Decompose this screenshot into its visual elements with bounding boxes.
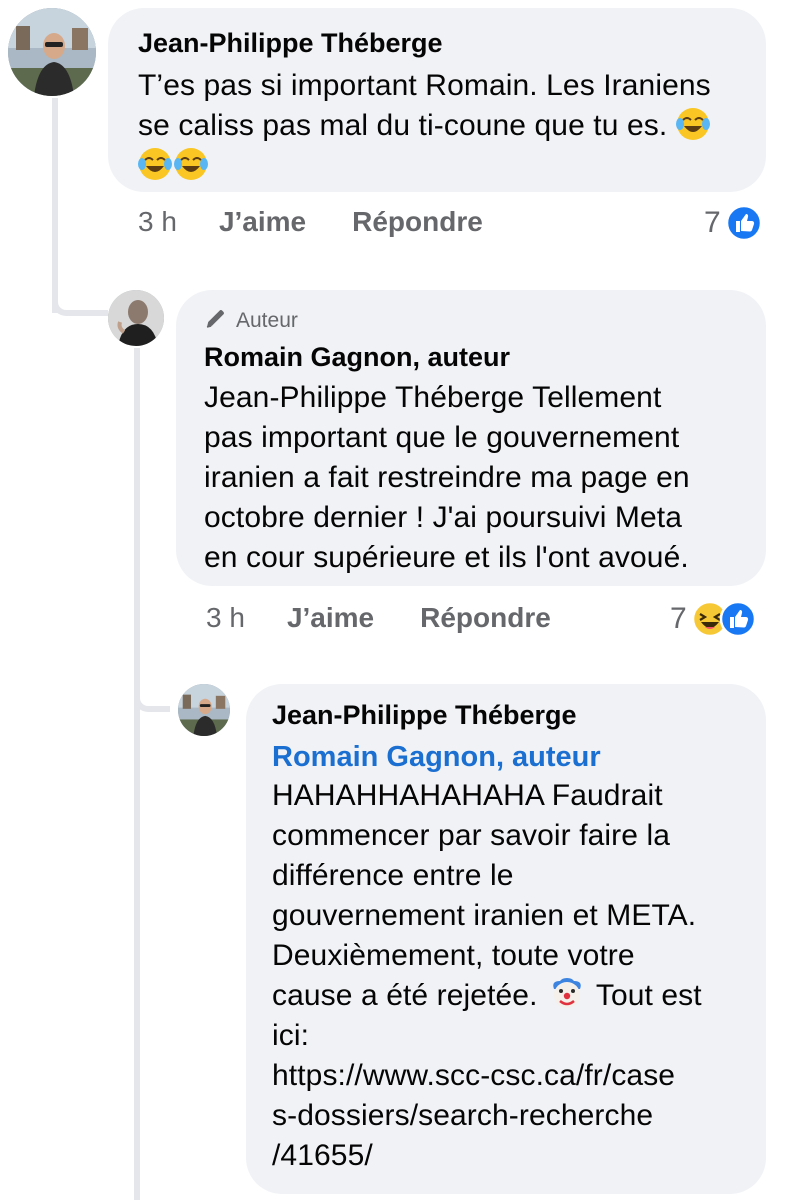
clown-face-icon (550, 977, 584, 1011)
comment-text: T’es pas si important Romain. Les Iranie… (138, 66, 718, 186)
comment-author[interactable]: Jean-Philippe Théberge (272, 698, 742, 732)
comment-actions-1: 3 h J’aime Répondre (138, 206, 529, 238)
comment-author[interactable]: Romain Gagnon, auteur (204, 340, 736, 374)
reply-button[interactable]: Répondre (420, 602, 551, 634)
comment-bubble-1: Jean-Philippe Théberge T’es pas si impor… (108, 8, 766, 192)
reply-button[interactable]: Répondre (352, 206, 483, 238)
comment-text-line: octobre dernier ! J'ai poursuivi Meta (204, 501, 682, 534)
pencil-icon (204, 306, 228, 336)
author-badge: Auteur (204, 306, 736, 336)
comment-timestamp[interactable]: 3 h (138, 206, 177, 238)
comment-text-line: en cour supérieure et ils l'ont avoué. (204, 541, 689, 574)
thread-connector-reply-1 (52, 250, 108, 316)
like-button[interactable]: J’aime (287, 602, 374, 634)
comment-text-line: Deuxièmement, toute votre (272, 939, 635, 972)
comment-text-line: différence entre le (272, 859, 514, 892)
reaction-summary-1[interactable]: 7 (704, 204, 763, 242)
url-link-line[interactable]: /41655/ (272, 1136, 742, 1176)
avatar-jean-philippe[interactable] (8, 8, 96, 96)
reaction-count: 7 (704, 206, 721, 239)
reaction-summary-2[interactable]: 7 (670, 600, 757, 638)
comment-text-line: HAHAHHAHAHAHA Faudrait (272, 779, 663, 812)
face-with-tears-of-joy-icon (174, 147, 208, 181)
face-with-tears-of-joy-icon (675, 107, 710, 141)
comment-text-line: commencer par savoir faire la (272, 819, 671, 852)
avatar-romain-gagnon[interactable] (108, 290, 164, 346)
comment-text-content: T’es pas si important Romain. Les Iranie… (138, 69, 711, 142)
like-button[interactable]: J’aime (219, 206, 306, 238)
thread-line-reply-branch (134, 348, 140, 1200)
like-reaction-icon (719, 600, 757, 638)
comment-bubble-3: Jean-Philippe Théberge Romain Gagnon, au… (246, 684, 766, 1194)
avatar-jean-philippe[interactable] (178, 684, 230, 736)
comment-timestamp[interactable]: 3 h (206, 602, 245, 634)
url-link-line[interactable]: s-dossiers/search-recherche (272, 1096, 742, 1136)
comment-text-line: Jean-Philippe Théberge Tellement (204, 381, 662, 414)
comment-author[interactable]: Jean-Philippe Théberge (138, 26, 736, 60)
comment-text-segment: Tout est (595, 979, 702, 1012)
face-with-tears-of-joy-icon (138, 147, 172, 181)
comment-text-segment: cause a été rejetée. (272, 979, 538, 1012)
comment-text-line: ici: (272, 1019, 310, 1052)
comment-text-line: iranien a fait restreindre ma page en (204, 461, 690, 494)
thread-connector-reply-2 (134, 670, 170, 712)
comment-text: HAHAHHAHAHAHA Faudrait commencer par sav… (272, 776, 742, 1176)
comment-text-line: gouvernement iranien et META. (272, 899, 697, 932)
comment-text-line: pas important que le gouvernement (204, 421, 680, 454)
comment-text-line: cause a été rejetée. Tout est (272, 976, 742, 1016)
mention-link[interactable]: Romain Gagnon, auteur (272, 738, 742, 776)
like-reaction-icon (725, 204, 763, 242)
comment-text: Jean-Philippe Théberge Tellement pas imp… (204, 378, 736, 578)
comment-actions-2: 3 h J’aime Répondre (206, 602, 597, 634)
reaction-count: 7 (670, 602, 687, 635)
author-badge-label: Auteur (236, 309, 298, 332)
comment-bubble-2: Auteur Romain Gagnon, auteur Jean-Philip… (176, 290, 766, 586)
url-link-line[interactable]: https://www.scc-csc.ca/fr/case (272, 1056, 742, 1096)
